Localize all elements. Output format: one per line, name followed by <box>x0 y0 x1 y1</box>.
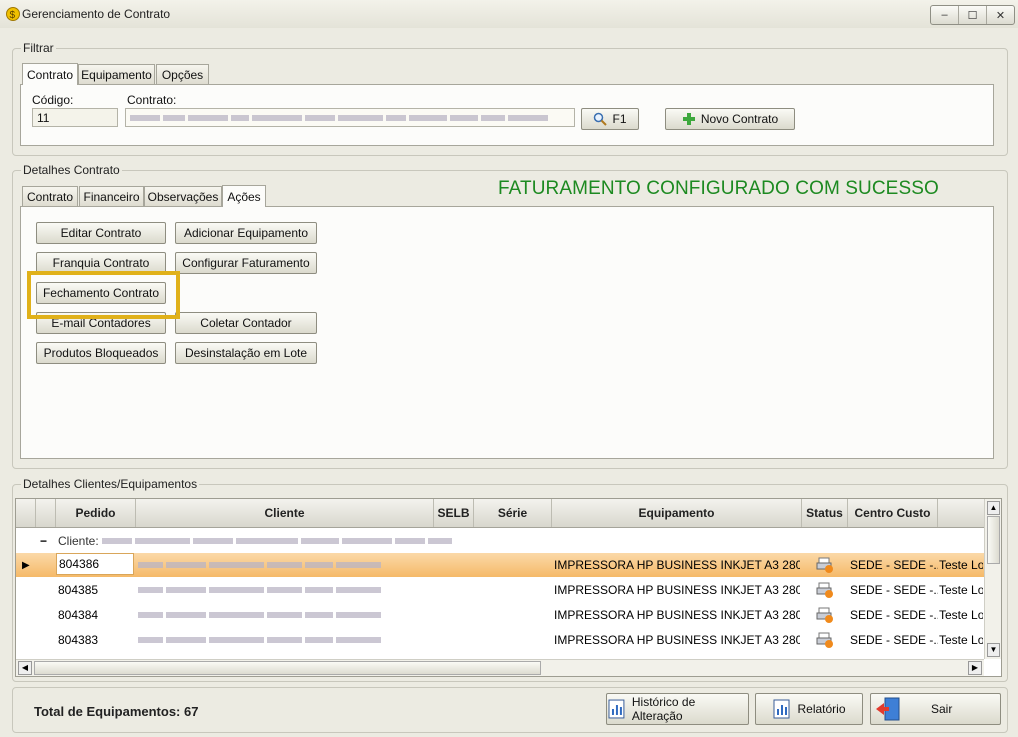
contrato-field[interactable] <box>125 108 575 127</box>
novo-contrato-button[interactable]: Novo Contrato <box>665 108 795 130</box>
maximize-button[interactable]: ☐ <box>959 6 987 24</box>
horizontal-scroll-thumb[interactable] <box>34 661 541 675</box>
produtos-bloqueados-button[interactable]: Produtos Bloqueados <box>36 342 166 364</box>
search-contrato-button[interactable]: F1 <box>581 108 639 130</box>
sair-button[interactable]: Sair <box>870 693 1001 725</box>
search-button-label: F1 <box>612 112 627 126</box>
contrato-label: Contrato: <box>127 93 177 107</box>
scroll-left-icon[interactable]: ◀ <box>18 661 32 675</box>
printer-icon <box>816 553 834 577</box>
relatorio-button[interactable]: Relatório <box>755 693 863 725</box>
scroll-down-icon[interactable]: ▼ <box>987 643 1000 657</box>
tab-opcoes-filter[interactable]: Opções <box>156 64 209 84</box>
group-label: Cliente: <box>58 534 99 548</box>
sair-label: Sair <box>931 702 953 716</box>
codigo-label: Código: <box>32 93 74 107</box>
col-equipamento[interactable]: Equipamento <box>552 499 802 527</box>
filtrar-legend: Filtrar <box>21 41 56 55</box>
codigo-field[interactable]: 11 <box>32 108 118 127</box>
centro-custo-cell: SEDE - SEDE -... <box>850 558 938 572</box>
printer-icon <box>816 603 834 627</box>
coletar-contador-button[interactable]: Coletar Contador <box>175 312 317 334</box>
chart-icon <box>773 699 790 719</box>
col-selb[interactable]: SELB <box>434 499 474 527</box>
editar-contrato-button[interactable]: Editar Contrato <box>36 222 166 244</box>
window-controls: ‒ ☐ ✕ <box>930 5 1015 25</box>
search-icon <box>594 112 608 126</box>
highlight-box <box>27 271 180 319</box>
col-serie[interactable]: Série <box>474 499 552 527</box>
expand-header <box>36 499 56 527</box>
table-row[interactable]: 804384 IMPRESSORA HP BUSINESS INKJET A3 … <box>16 603 984 627</box>
vertical-scrollbar[interactable]: ▲ ▼ <box>984 499 1001 659</box>
report-icon <box>608 699 625 719</box>
table-row[interactable]: 804385 IMPRESSORA HP BUSINESS INKJET A3 … <box>16 578 984 602</box>
cliente-cell-redacted <box>138 553 428 577</box>
col-centro-custo[interactable]: Centro Custo <box>848 499 938 527</box>
extra-cell: Teste Lo <box>939 633 983 647</box>
pedido-cell: 804383 <box>58 633 99 647</box>
close-button[interactable]: ✕ <box>987 6 1014 24</box>
equipamento-cell: IMPRESSORA HP BUSINESS INKJET A3 280... <box>554 558 800 572</box>
extra-cell: Teste Lo <box>939 608 983 622</box>
historico-label: Histórico de Alteração <box>631 695 696 723</box>
success-message: FATURAMENTO CONFIGURADO COM SUCESSO <box>498 178 939 199</box>
total-equipamentos: Total de Equipamentos: 67 <box>34 704 199 719</box>
table-row[interactable]: ▶ 804386 IMPRESSORA HP BUSINESS INKJET A… <box>16 553 984 577</box>
equipamento-cell: IMPRESSORA HP BUSINESS INKJET A3 280... <box>554 633 800 647</box>
centro-custo-cell: SEDE - SEDE -... <box>850 583 938 597</box>
cliente-cell-redacted <box>138 628 428 652</box>
row-indicator-header <box>16 499 36 527</box>
group-client-redacted <box>102 529 522 553</box>
tab-acoes[interactable]: Ações <box>222 185 266 207</box>
printer-icon <box>816 628 834 652</box>
extra-cell: Teste Lo <box>939 558 983 572</box>
tab-contrato-filter[interactable]: Contrato <box>22 63 78 85</box>
clientes-legend: Detalhes Clientes/Equipamentos <box>21 477 200 491</box>
novo-contrato-label: Novo Contrato <box>700 112 779 126</box>
app-icon: $ <box>6 7 20 21</box>
col-pedido[interactable]: Pedido <box>56 499 136 527</box>
col-cliente[interactable]: Cliente <box>136 499 434 527</box>
cliente-cell-redacted <box>138 603 428 627</box>
scroll-up-icon[interactable]: ▲ <box>987 501 1000 515</box>
exit-door-icon <box>876 697 900 721</box>
tab-financeiro[interactable]: Financeiro <box>79 186 144 206</box>
centro-custo-cell: SEDE - SEDE -... <box>850 633 938 647</box>
configurar-faturamento-button[interactable]: Configurar Faturamento <box>175 252 317 274</box>
cliente-cell-redacted <box>138 578 428 602</box>
row-pointer-icon: ▶ <box>22 559 30 571</box>
equipamento-cell: IMPRESSORA HP BUSINESS INKJET A3 280... <box>554 583 800 597</box>
adicionar-equipamento-button[interactable]: Adicionar Equipamento <box>175 222 317 244</box>
equipamento-cell: IMPRESSORA HP BUSINESS INKJET A3 280... <box>554 608 800 622</box>
col-extra <box>938 499 984 527</box>
collapse-icon[interactable]: − <box>40 529 47 553</box>
equipamentos-grid[interactable]: Pedido Cliente SELB Série Equipamento St… <box>15 498 1002 677</box>
extra-cell: Teste Lo <box>939 583 983 597</box>
window-title: Gerenciamento de Contrato <box>22 7 171 21</box>
svg-text:$: $ <box>10 10 16 21</box>
group-row[interactable]: − Cliente: <box>16 529 984 553</box>
tab-observacoes[interactable]: Observações <box>144 186 222 206</box>
acoes-panel <box>20 206 994 459</box>
pedido-cell: 804385 <box>58 583 99 597</box>
minimize-button[interactable]: ‒ <box>931 6 959 24</box>
historico-button[interactable]: Histórico de Alteração <box>606 693 749 725</box>
grid-header: Pedido Cliente SELB Série Equipamento St… <box>16 499 984 528</box>
desinstalacao-lote-button[interactable]: Desinstalação em Lote <box>175 342 317 364</box>
plus-icon <box>682 113 695 125</box>
detalhes-legend: Detalhes Contrato <box>21 163 122 177</box>
scroll-right-icon[interactable]: ▶ <box>968 661 982 675</box>
tab-equipamento-filter[interactable]: Equipamento <box>78 64 155 84</box>
pedido-cell[interactable]: 804386 <box>56 553 134 575</box>
tab-contrato-detalhes[interactable]: Contrato <box>22 186 78 206</box>
table-row[interactable]: 804383 IMPRESSORA HP BUSINESS INKJET A3 … <box>16 628 984 652</box>
centro-custo-cell: SEDE - SEDE -... <box>850 608 938 622</box>
printer-icon <box>816 578 834 602</box>
horizontal-scrollbar[interactable]: ◀ ▶ <box>16 659 984 676</box>
relatorio-label: Relatório <box>797 702 846 716</box>
vertical-scroll-thumb[interactable] <box>987 516 1000 564</box>
pedido-cell: 804384 <box>58 608 99 622</box>
col-status[interactable]: Status <box>802 499 848 527</box>
